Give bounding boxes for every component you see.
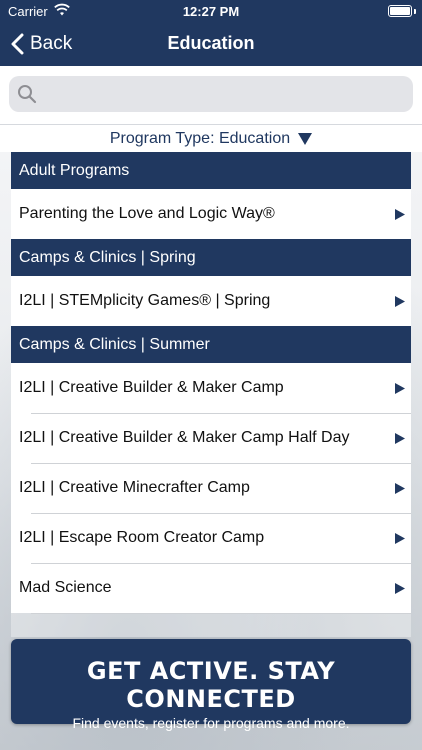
list-item[interactable]: Parenting the Love and Logic Way®	[11, 189, 411, 239]
triangle-right-icon	[395, 296, 405, 307]
list-item-label: I2LI | Creative Minecrafter Camp	[19, 479, 250, 496]
list-item[interactable]: I2LI | Escape Room Creator Camp	[11, 513, 411, 563]
promo-headline: GET ACTIVE. STAY CONNECTED	[86, 657, 336, 713]
section-header: Adult Programs	[11, 152, 411, 189]
program-list: Adult Programs Parenting the Love and Lo…	[11, 152, 411, 637]
list-item[interactable]: Mad Science	[11, 563, 411, 613]
list-item[interactable]: I2LI | STEMplicity Games® | Spring	[11, 276, 411, 326]
search-input[interactable]	[45, 76, 405, 112]
triangle-right-icon	[395, 383, 405, 394]
triangle-right-icon	[395, 533, 405, 544]
triangle-right-icon	[395, 433, 405, 444]
nav-bar: Back Education	[0, 22, 422, 66]
list-item[interactable]: I2LI | Creative Builder & Maker Camp Hal…	[11, 413, 411, 463]
promo-banner[interactable]: GET ACTIVE. STAY CONNECTED Find events, …	[11, 639, 411, 731]
battery-icon	[388, 5, 412, 17]
section-header: Camps & Clinics | Spring	[11, 239, 411, 276]
list-item-label: I2LI | Creative Builder & Maker Camp Hal…	[19, 429, 350, 446]
list-item-label: I2LI | Creative Builder & Maker Camp	[19, 379, 284, 396]
list-item-label: Mad Science	[19, 579, 112, 596]
list-item-label: I2LI | STEMplicity Games® | Spring	[19, 292, 271, 309]
status-bar: Carrier 12:27 PM	[0, 0, 422, 22]
header: Carrier 12:27 PM Back Education	[0, 0, 422, 66]
triangle-right-icon	[395, 209, 405, 220]
filter-label: Program Type: Education	[109, 129, 291, 147]
promo-subtext: Find events, register for programs and m…	[72, 715, 350, 731]
battery-tip	[414, 9, 416, 14]
triangle-right-icon	[395, 483, 405, 494]
search-icon	[18, 85, 37, 104]
list-item-label: I2LI | Escape Room Creator Camp	[19, 529, 265, 546]
search-box[interactable]	[9, 76, 413, 112]
status-time: 12:27 PM	[182, 4, 240, 19]
triangle-right-icon	[395, 583, 405, 594]
program-type-filter[interactable]: Program Type: Education	[0, 124, 422, 152]
section-header: Camps & Clinics | Summer	[11, 326, 411, 363]
page-title: Education	[167, 33, 255, 53]
list-item-label: Parenting the Love and Logic Way®	[19, 205, 275, 222]
search-area	[0, 66, 422, 124]
triangle-down-icon	[298, 133, 313, 145]
list-item[interactable]: I2LI | Creative Builder & Maker Camp	[11, 363, 411, 413]
list-item[interactable]: I2LI | Creative Minecrafter Camp	[11, 463, 411, 513]
list-item-partial	[11, 613, 411, 637]
